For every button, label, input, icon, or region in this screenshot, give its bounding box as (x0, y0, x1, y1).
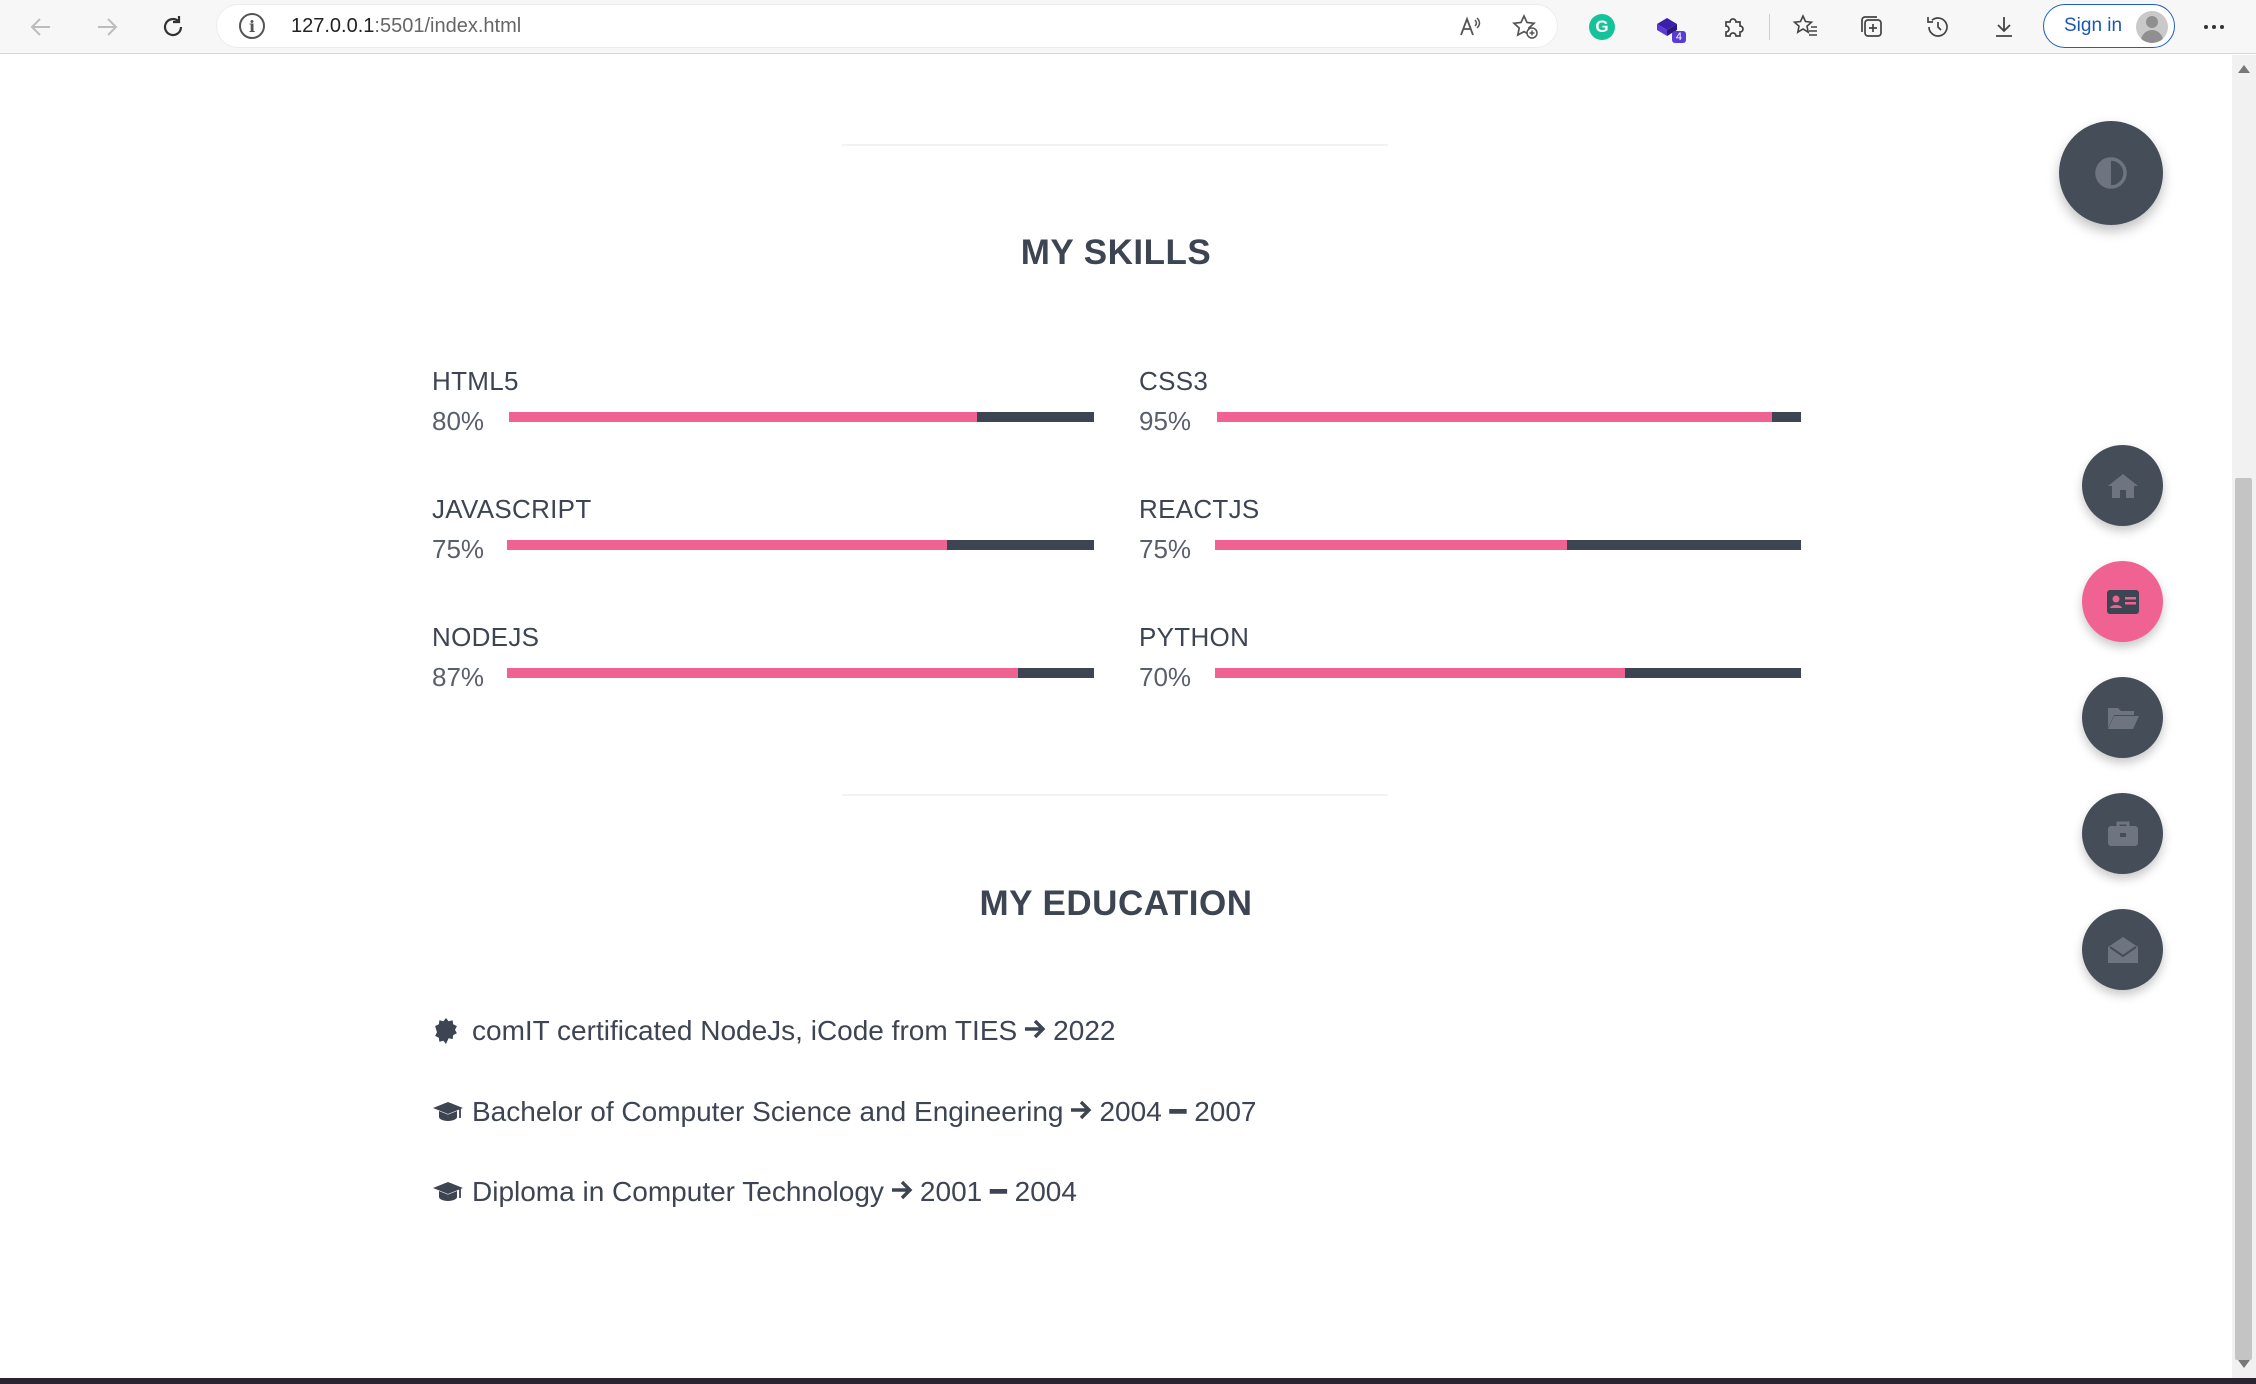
history-icon (1927, 17, 1948, 37)
skill-percent: 75% (432, 534, 485, 564)
grammarly-extension[interactable]: G (1582, 7, 1622, 47)
envelope-open-icon (2107, 936, 2138, 963)
graduation-cap-icon (432, 1099, 468, 1125)
more-dots-icon (2204, 25, 2224, 29)
scroll-up-icon[interactable] (2238, 65, 2250, 73)
page-scrollbar[interactable] (2232, 55, 2256, 1378)
toolbar-separator (1769, 14, 1770, 40)
extension-badge: 4 (1671, 31, 1686, 43)
collections-button[interactable] (1852, 7, 1892, 47)
skill-bar-fill (507, 668, 1018, 678)
nav-about-button[interactable] (2082, 561, 2163, 642)
education-item: comIT certificated NodeJs, iCode from TI… (432, 1015, 1115, 1047)
url-text[interactable]: 127.0.0.1:5501/index.html (291, 15, 521, 38)
skill-bar-track (1215, 668, 1801, 678)
sign-in-button[interactable]: Sign in (2043, 4, 2175, 48)
education-title: MY EDUCATION (979, 884, 1253, 923)
download-icon (1996, 17, 2012, 37)
section-divider (842, 794, 1388, 796)
skill-bar-fill (1215, 540, 1567, 550)
graduation-cap-icon (432, 1179, 468, 1205)
skill-bar-track (1215, 540, 1801, 550)
downloads-button[interactable] (1984, 7, 2024, 47)
skill-bar-track (509, 412, 1094, 422)
arrow-left-icon (30, 18, 50, 36)
skill-name: JAVASCRIPT (432, 494, 592, 524)
education-years: 2022 (1053, 1015, 1116, 1046)
skill-css3: CSS3 95% (1139, 366, 1801, 446)
collections-icon (1861, 16, 1882, 37)
skill-bar-track (1217, 412, 1801, 422)
briefcase-icon (2107, 821, 2138, 846)
scroll-down-icon[interactable] (2238, 1360, 2250, 1368)
avatar (2136, 11, 2168, 43)
arrow-right-icon (1023, 1015, 1047, 1047)
skill-bar-fill (507, 540, 948, 550)
favorites-button[interactable] (1786, 7, 1826, 47)
sign-in-label: Sign in (2064, 15, 2123, 36)
skill-reactjs: REACTJS 75% (1139, 494, 1801, 574)
skill-bar-track (507, 668, 1094, 678)
arrow-right-icon (1069, 1096, 1093, 1128)
read-aloud-icon[interactable] (1455, 11, 1487, 43)
refresh-button[interactable] (153, 7, 193, 47)
skill-nodejs: NODEJS 87% (432, 622, 1094, 702)
settings-menu-button[interactable] (2194, 7, 2234, 47)
puzzle-icon (1725, 18, 1744, 37)
scrollbar-thumb[interactable] (2235, 478, 2252, 1360)
skill-bar-fill (1217, 412, 1772, 422)
grammarly-icon: G (1589, 14, 1615, 40)
skill-python: PYTHON 70% (1139, 622, 1801, 702)
certificate-icon (432, 1017, 468, 1045)
nav-home-button[interactable] (2082, 445, 2163, 526)
skills-title: MY SKILLS (1020, 233, 1212, 272)
skill-name: CSS3 (1139, 366, 1209, 396)
education-item: Bachelor of Computer Science and Enginee… (432, 1095, 1256, 1128)
contrast-icon (2095, 157, 2127, 189)
arrow-right-icon (98, 18, 118, 36)
education-text: Bachelor of Computer Science and Enginee… (472, 1095, 1064, 1127)
skill-javascript: JAVASCRIPT 75% (432, 494, 1094, 574)
skill-percent: 87% (432, 662, 485, 692)
skill-name: HTML5 (432, 366, 519, 396)
extension-button[interactable]: 4 (1648, 7, 1688, 47)
arrow-right-icon (890, 1176, 914, 1208)
skill-html5: HTML5 80% (432, 366, 1094, 446)
back-button[interactable] (21, 7, 61, 47)
nav-contact-button[interactable] (2082, 909, 2163, 990)
skill-name: NODEJS (432, 622, 540, 652)
add-favorite-icon[interactable] (1509, 11, 1541, 43)
skill-name: REACTJS (1139, 494, 1260, 524)
education-text: Diploma in Computer Technology (472, 1175, 884, 1207)
forward-button[interactable] (87, 7, 127, 47)
skill-name: PYTHON (1139, 622, 1250, 652)
section-divider (842, 144, 1388, 146)
history-button[interactable] (1918, 7, 1958, 47)
home-icon (2107, 473, 2138, 498)
skill-percent: 80% (432, 406, 485, 436)
favorites-list-icon (1792, 14, 1817, 36)
education-years: 2004 ━ 2007 (1099, 1096, 1257, 1127)
education-years: 2001 ━ 2004 (919, 1176, 1077, 1207)
id-card-icon (2106, 589, 2139, 614)
taskbar-edge (0, 1378, 2256, 1384)
skill-percent: 70% (1139, 662, 1192, 692)
education-item: Diploma in Computer Technology 2001 ━ 20… (432, 1175, 1077, 1208)
skill-percent: 95% (1139, 406, 1192, 436)
browser-toolbar: i 127.0.0.1:5501/index.html G 4 Sign in (0, 0, 2256, 54)
nav-experience-button[interactable] (2082, 793, 2163, 874)
page-content: MY SKILLS HTML5 80% CSS3 95% JAVASCRIPT … (0, 55, 2232, 1378)
skill-percent: 75% (1139, 534, 1192, 564)
skill-bar-fill (509, 412, 977, 422)
address-bar[interactable]: i 127.0.0.1:5501/index.html (216, 4, 1558, 48)
skill-bar-track (507, 540, 1094, 550)
skill-bar-fill (1215, 668, 1626, 678)
education-text: comIT certificated NodeJs, iCode from TI… (472, 1015, 1018, 1046)
site-info-icon[interactable]: i (239, 13, 265, 39)
refresh-icon (163, 16, 183, 37)
folder-open-icon (2107, 707, 2139, 729)
nav-portfolio-button[interactable] (2082, 677, 2163, 758)
theme-toggle-button[interactable] (2059, 121, 2163, 225)
extensions-button[interactable] (1714, 7, 1754, 47)
